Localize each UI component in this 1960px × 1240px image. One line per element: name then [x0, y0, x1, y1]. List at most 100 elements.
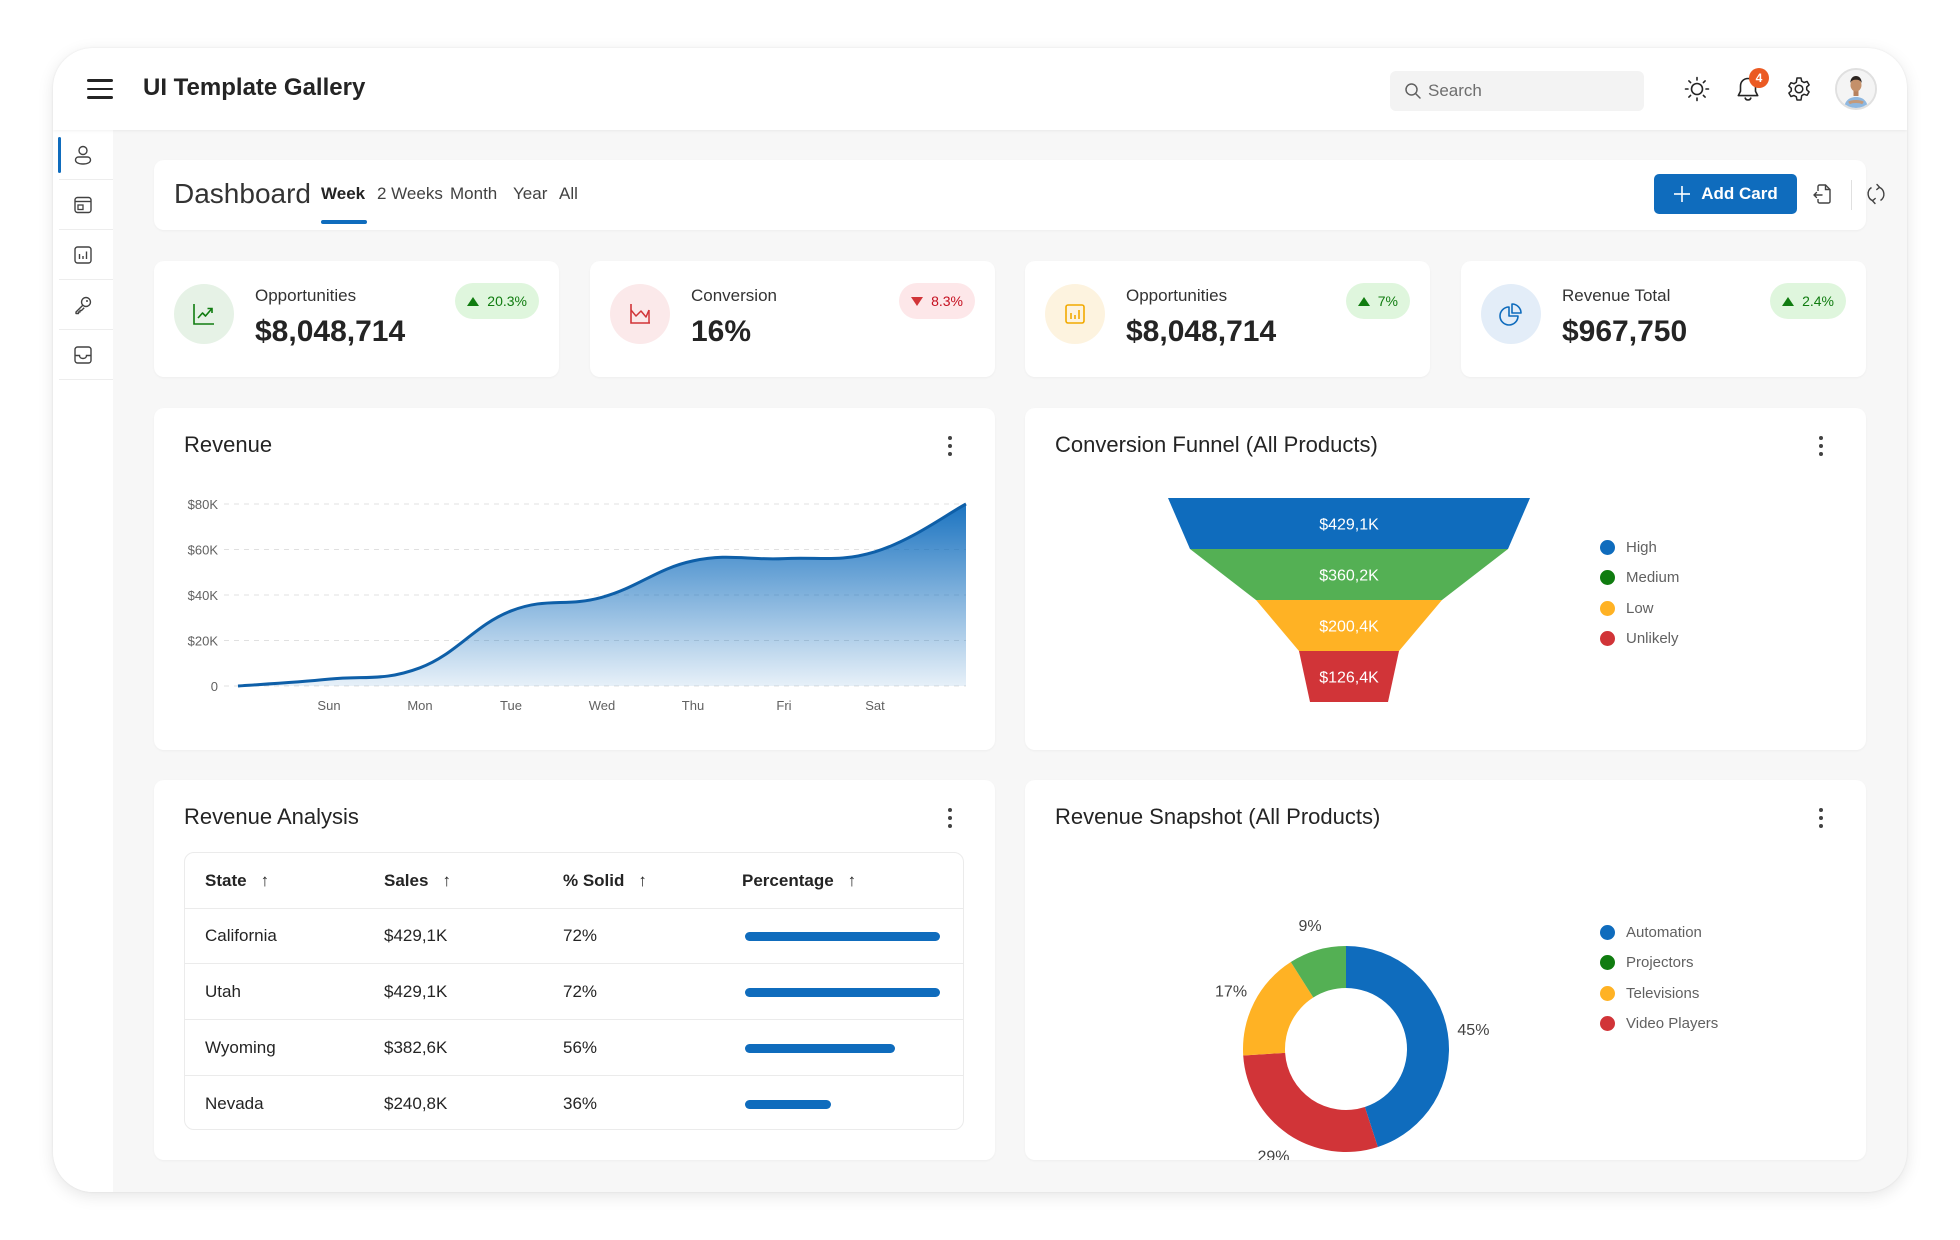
- percentage-bar: [745, 1043, 896, 1053]
- settings-button[interactable]: [1784, 74, 1814, 104]
- column-header-sales[interactable]: Sales ↑: [384, 853, 451, 909]
- kpi-icon-circle: [1481, 284, 1541, 344]
- kpi-card-opportunities-2[interactable]: Opportunities $8,048,714 7%: [1025, 261, 1430, 377]
- x-tick-label: Sun: [317, 698, 340, 713]
- sun-icon: [1684, 76, 1710, 102]
- donut-percent-label: 29%: [1257, 1149, 1289, 1160]
- column-label: % Solid: [563, 871, 625, 890]
- refresh-button[interactable]: [1862, 180, 1890, 208]
- table-row[interactable]: California $429,1K 72%: [185, 908, 963, 964]
- donut-percent-label: 9%: [1298, 918, 1321, 935]
- y-tick-label: $80K: [188, 497, 219, 512]
- gear-icon: [1788, 77, 1810, 101]
- y-tick-label: $20K: [188, 634, 219, 649]
- y-tick-label: 0: [211, 679, 218, 694]
- kpi-label: Opportunities: [1126, 286, 1228, 305]
- legend-item-medium[interactable]: Medium: [1600, 563, 1679, 594]
- legend-item-low[interactable]: Low: [1600, 593, 1679, 624]
- conversion-funnel-card: Conversion Funnel (All Products) $429,1K…: [1025, 408, 1866, 750]
- revenue-table: State ↑ Sales ↑ % Solid ↑ Percentage ↑ Calif…: [184, 852, 964, 1130]
- legend-item-projectors[interactable]: Projectors: [1600, 948, 1718, 979]
- kpi-change-value: 20.3%: [487, 293, 527, 309]
- kpi-card-revenue-total[interactable]: Revenue Total $967,750 2.4%: [1461, 261, 1866, 377]
- x-tick-label: Sat: [865, 698, 885, 713]
- kpi-label: Revenue Total: [1562, 286, 1671, 305]
- sidebar-item-profile[interactable]: [53, 130, 113, 180]
- sidebar-item-calendar[interactable]: [53, 180, 113, 230]
- column-label: Sales: [384, 871, 429, 890]
- export-button[interactable]: [1808, 180, 1836, 208]
- kpi-card-opportunities[interactable]: Opportunities $8,048,714 20.3%: [154, 261, 559, 377]
- export-document-icon: [1813, 184, 1831, 204]
- percentage-bar: [745, 931, 940, 941]
- hamburger-menu-icon[interactable]: [87, 79, 113, 99]
- percentage-bar: [745, 987, 940, 997]
- kpi-icon-circle: [174, 284, 234, 344]
- search-input[interactable]: [1428, 81, 1628, 101]
- legend-item-high[interactable]: High: [1600, 532, 1679, 563]
- cell-state: Wyoming: [205, 1038, 276, 1057]
- calendar-window-icon: [74, 196, 92, 214]
- funnel-value-label: $126,4K: [1319, 670, 1379, 687]
- trending-up-chart-icon: [193, 304, 214, 325]
- notifications-button[interactable]: 4: [1733, 68, 1769, 104]
- column-header-solid[interactable]: % Solid ↑: [563, 853, 647, 909]
- sidebar-item-keys[interactable]: [53, 280, 113, 330]
- kpi-icon-circle: [610, 284, 670, 344]
- sort-ascending-icon: ↑: [638, 871, 647, 890]
- sidebar-item-reports[interactable]: [53, 230, 113, 280]
- funnel-value-label: $200,4K: [1319, 619, 1379, 636]
- legend-dot: [1600, 570, 1615, 586]
- kpi-change-value: 7%: [1377, 293, 1398, 309]
- tab-2-weeks[interactable]: 2 Weeks: [377, 184, 443, 204]
- table-header-row: State ↑ Sales ↑ % Solid ↑ Percentage ↑: [185, 853, 963, 909]
- add-card-button[interactable]: Add Card: [1654, 174, 1797, 214]
- kpi-change-badge: 7%: [1345, 283, 1410, 319]
- revenue-analysis-card: Revenue Analysis State ↑ Sales ↑ % Solid ↑ …: [154, 780, 995, 1160]
- tab-all[interactable]: All: [559, 184, 578, 204]
- legend-item-televisions[interactable]: Televisions: [1600, 978, 1718, 1009]
- more-vertical-icon[interactable]: [945, 806, 955, 830]
- cell-solid: 72%: [563, 926, 598, 945]
- active-tab-indicator: [321, 220, 367, 224]
- theme-toggle-button[interactable]: [1682, 74, 1712, 104]
- kpi-change-value: 8.3%: [931, 293, 963, 309]
- table-row[interactable]: Utah $429,1K 72%: [185, 964, 963, 1020]
- kpi-value: $8,048,714: [1126, 315, 1277, 348]
- kpi-change-badge: 2.4%: [1770, 283, 1846, 319]
- legend-dot: [1600, 1016, 1615, 1032]
- sort-ascending-icon: ↑: [260, 871, 270, 890]
- kpi-change-value: 2.4%: [1802, 293, 1834, 309]
- cell-sales: $429,1K: [384, 926, 448, 945]
- revenue-analysis-title: Revenue Analysis: [184, 804, 359, 829]
- legend-item-video-players[interactable]: Video Players: [1600, 1009, 1718, 1040]
- column-header-percentage[interactable]: Percentage ↑: [742, 853, 856, 909]
- arrow-up-icon: [467, 296, 480, 306]
- sort-ascending-icon: ↑: [847, 871, 857, 890]
- funnel-value-label: $360,2K: [1319, 568, 1379, 585]
- refresh-icon: [1867, 183, 1885, 205]
- tab-year[interactable]: Year: [513, 184, 547, 204]
- column-header-state[interactable]: State ↑: [205, 853, 269, 909]
- donut-slice: [1243, 1052, 1378, 1152]
- tab-month[interactable]: Month: [450, 184, 497, 204]
- tab-week[interactable]: Week: [321, 184, 365, 204]
- cell-percentage: [745, 1020, 940, 1076]
- kpi-icon-circle: [1045, 284, 1105, 344]
- kpi-card-conversion[interactable]: Conversion 16% 8.3%: [590, 261, 995, 377]
- cell-percentage: [745, 964, 940, 1020]
- search-box[interactable]: [1390, 71, 1644, 111]
- donut-chart: 45% 29% 17% 9%: [1215, 918, 1489, 1160]
- donut-percent-label: 17%: [1215, 983, 1247, 1000]
- arrow-down-icon: [911, 296, 924, 306]
- avatar[interactable]: [1835, 68, 1877, 110]
- table-row[interactable]: Nevada $240,8K 36%: [185, 1076, 963, 1129]
- revenue-area-chart: 0 $20K $40K $60K $80K Sun Mon Tue Wed Thu Fri Sat: [188, 497, 967, 713]
- legend-item-unlikely[interactable]: Unlikely: [1600, 624, 1679, 655]
- sidebar-item-inbox[interactable]: [53, 330, 113, 380]
- legend-item-automation[interactable]: Automation: [1600, 917, 1718, 948]
- legend-dot: [1600, 600, 1615, 616]
- toolbar-divider: [1851, 180, 1852, 210]
- table-row[interactable]: Wyoming $382,6K 56%: [185, 1020, 963, 1076]
- legend-dot: [1600, 539, 1615, 555]
